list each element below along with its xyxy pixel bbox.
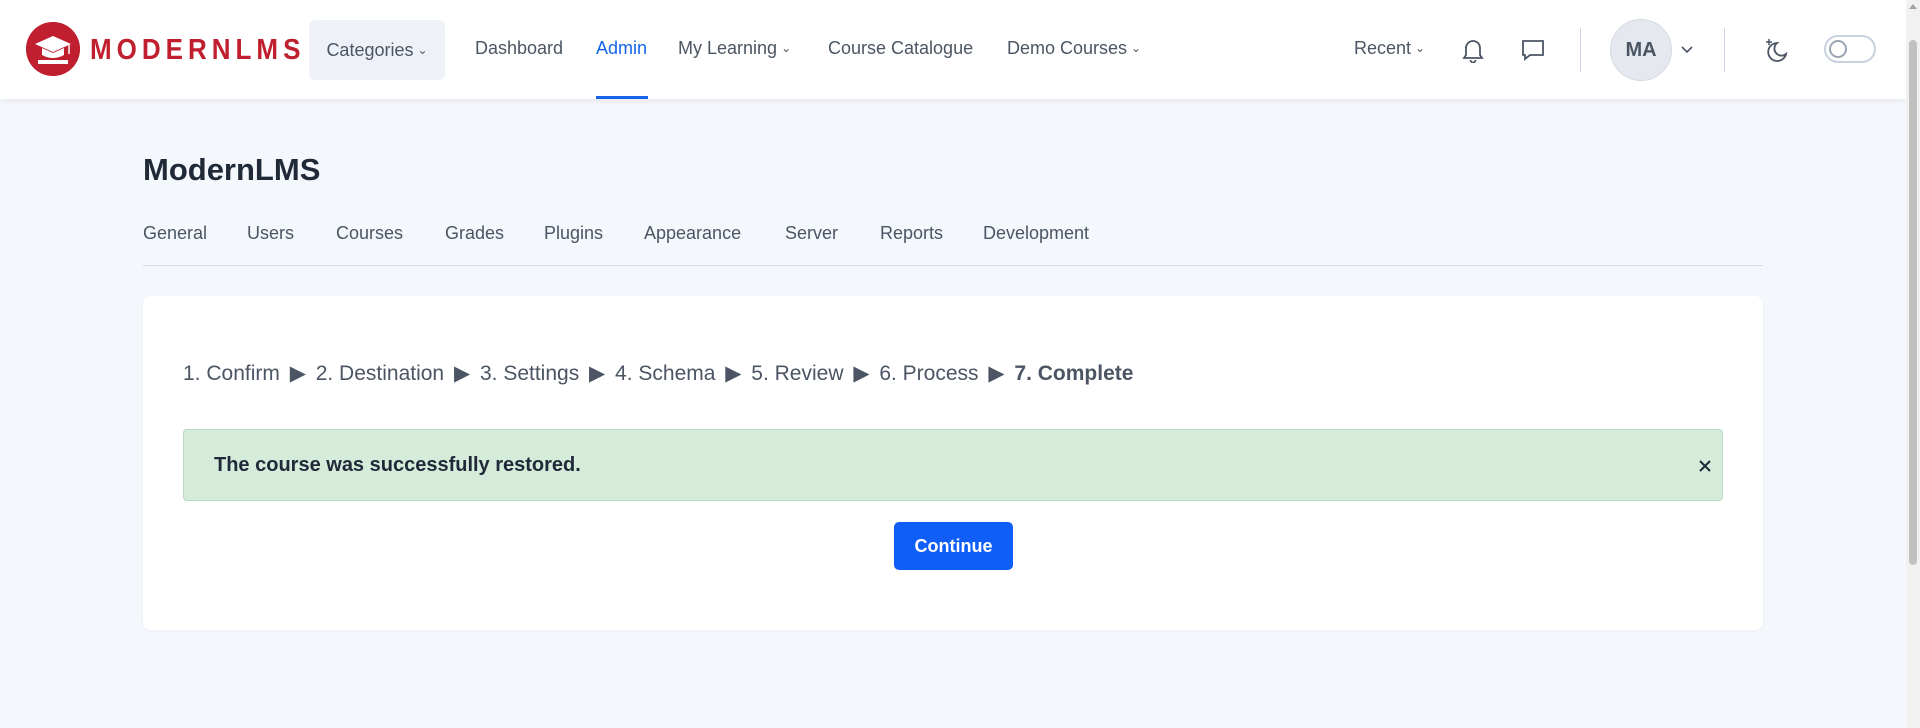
step-separator-icon: ▶ [453,362,471,385]
step-schema: 4. Schema [615,362,716,385]
step-process: 6. Process [879,362,979,385]
active-nav-indicator [596,96,648,99]
chevron-down-icon: ⌄ [417,43,428,57]
success-alert: The course was successfully restored. [183,429,1723,501]
step-settings: 3. Settings [479,362,580,385]
step-separator-icon: ▶ [589,362,606,385]
recent-menu[interactable]: Recent ⌄ [1354,38,1425,59]
nav-my-learning-label: My Learning [678,38,778,58]
nav-dashboard[interactable]: Dashboard [475,38,563,59]
chevron-down-icon: ⌄ [1415,41,1426,55]
tab-reports[interactable]: Reports [880,223,943,244]
chevron-down-icon: ⌄ [1131,41,1142,55]
site-logo[interactable]: MODERNLMS [26,22,305,76]
categories-label: Categories [326,39,414,60]
tab-grades[interactable]: Grades [445,223,504,244]
step-complete-current: 7. Complete [1014,362,1134,385]
toggle-knob [1829,40,1847,58]
brand-name: MODERNLMS [90,31,306,65]
moon-stars-icon[interactable] [1760,34,1792,66]
dark-mode-toggle[interactable] [1824,35,1876,63]
user-avatar[interactable]: MA [1610,19,1672,81]
step-separator-icon: ▶ [289,362,306,385]
user-menu-chevron-down-icon[interactable] [1671,34,1703,66]
scrollbar-thumb[interactable] [1909,40,1917,565]
close-icon[interactable] [1694,455,1716,477]
page-title: ModernLMS [143,152,321,187]
user-initials: MA [1625,38,1657,61]
nav-my-learning[interactable]: My Learning ⌄ [678,38,791,59]
top-navbar: MODERNLMS Categories ⌄ Dashboard Admin M… [0,0,1906,99]
step-confirm: 1. Confirm [183,362,280,385]
tab-appearance[interactable]: Appearance [644,223,741,244]
nav-course-catalogue[interactable]: Course Catalogue [828,38,973,59]
admin-tabs: General Users Courses Grades Plugins App… [143,223,1763,266]
bell-icon[interactable] [1457,34,1489,66]
categories-menu[interactable]: Categories ⌄ [309,20,445,80]
step-review: 5. Review [751,362,844,385]
tab-plugins[interactable]: Plugins [544,223,603,244]
tab-development[interactable]: Development [983,223,1089,244]
step-destination: 2. Destination [315,362,445,385]
success-message: The course was successfully restored. [214,454,581,476]
tab-server[interactable]: Server [785,223,838,244]
tab-courses[interactable]: Courses [336,223,403,244]
navbar-divider [1724,28,1725,72]
nav-demo-courses[interactable]: Demo Courses ⌄ [1007,38,1141,59]
nav-admin[interactable]: Admin [596,38,647,59]
step-separator-icon: ▶ [988,362,1005,385]
restore-complete-card: 1. Confirm ▶ 2. Destination ▶ 3. Setting… [143,296,1763,630]
tab-general[interactable]: General [143,223,207,244]
chevron-down-icon: ⌄ [781,41,792,55]
continue-button[interactable]: Continue [894,522,1013,570]
chat-bubble-icon[interactable] [1517,34,1549,66]
graduation-cap-logo-icon [26,22,80,76]
scroll-up-arrow-icon[interactable] [1909,4,1917,9]
recent-label: Recent [1354,38,1412,58]
step-separator-icon: ▶ [853,362,870,385]
step-separator-icon: ▶ [725,362,742,385]
restore-steps: 1. Confirm ▶ 2. Destination ▶ 3. Setting… [183,361,1133,386]
page-scrollbar[interactable] [1906,0,1920,728]
navbar-divider [1580,28,1581,72]
nav-demo-courses-label: Demo Courses [1007,38,1128,58]
tab-users[interactable]: Users [247,223,294,244]
